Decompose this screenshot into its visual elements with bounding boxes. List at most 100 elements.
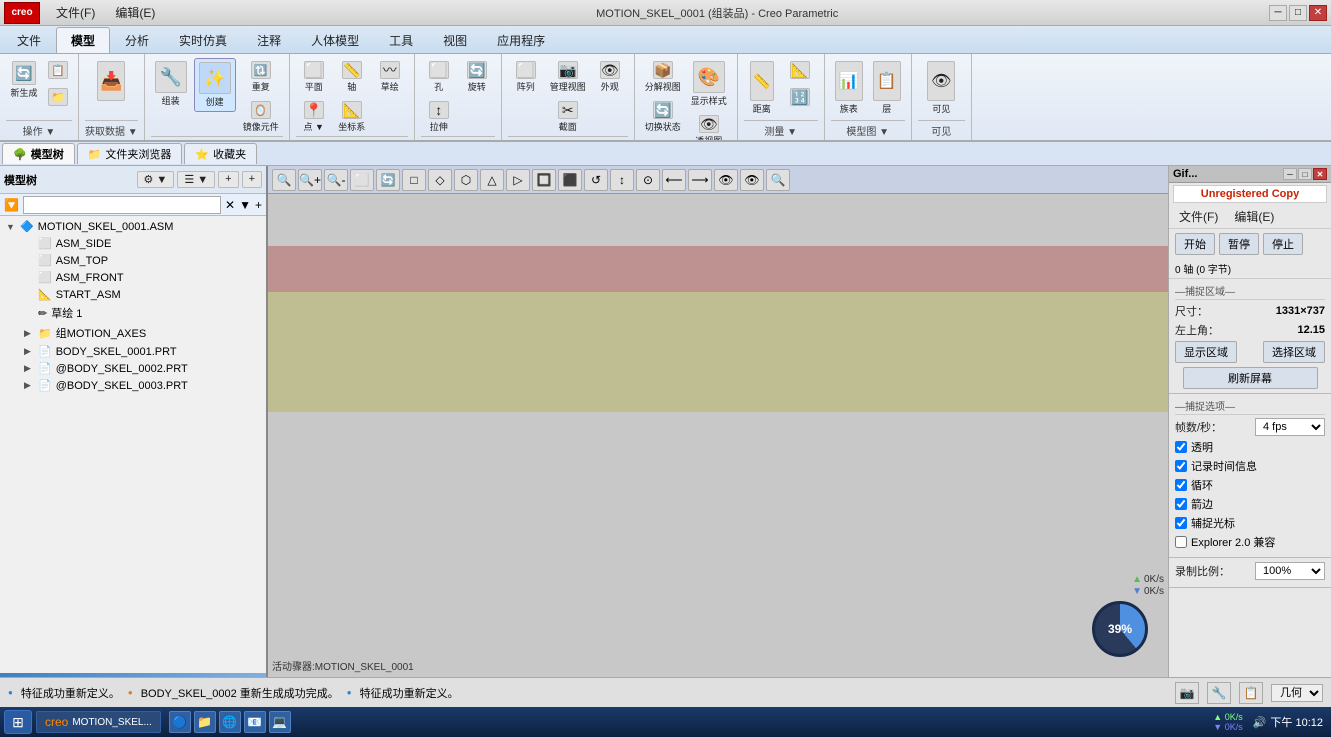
btn-paste[interactable]: 📁 bbox=[44, 85, 72, 110]
taskbar-app-btn[interactable]: creo MOTION_SKEL... bbox=[36, 711, 161, 733]
btn-manageview[interactable]: 📷 管理视图 bbox=[546, 58, 590, 96]
tab-tools[interactable]: 工具 bbox=[374, 27, 428, 53]
btn-create[interactable]: ✨ 创建 bbox=[194, 58, 236, 112]
taskbar-icon-1[interactable]: 🔵 bbox=[169, 711, 191, 733]
tree-item-body-skel1[interactable]: ▶ 📄 BODY_SKEL_0001.PRT bbox=[2, 343, 264, 360]
btn-select-area[interactable]: 选择区域 bbox=[1263, 341, 1325, 363]
tab-analysis[interactable]: 分析 bbox=[110, 27, 164, 53]
panel-maximize-btn[interactable]: □ bbox=[1298, 168, 1312, 180]
vp-btn-rotate[interactable]: 🔄 bbox=[376, 169, 400, 191]
tree-filter-btn[interactable]: ☰ ▼ bbox=[177, 171, 215, 188]
btn-point[interactable]: 📍 点 ▼ bbox=[296, 98, 332, 136]
btn-distance[interactable]: 📏 距离 bbox=[744, 58, 780, 118]
vp-btn-fitall[interactable]: 🔍 bbox=[272, 169, 296, 191]
vp-btn-view3[interactable]: ⬡ bbox=[454, 169, 478, 191]
record-ratio-select[interactable]: 100% 75% 50% bbox=[1255, 562, 1325, 580]
btn-copy[interactable]: 📋 bbox=[44, 58, 72, 83]
search-add-icon[interactable]: + bbox=[255, 198, 262, 212]
tray-icon-1[interactable]: 🔊 bbox=[1253, 716, 1267, 729]
vp-btn-view2[interactable]: ◇ bbox=[428, 169, 452, 191]
minimize-button[interactable]: ─ bbox=[1269, 5, 1287, 21]
status-btn-3[interactable]: 📋 bbox=[1239, 682, 1263, 704]
maximize-button[interactable]: □ bbox=[1289, 5, 1307, 21]
cb-cursor[interactable] bbox=[1175, 517, 1187, 529]
btn-show-area[interactable]: 显示区域 bbox=[1175, 341, 1237, 363]
btn-section[interactable]: ✂ 截面 bbox=[546, 98, 590, 136]
search-down-icon[interactable]: ▼ bbox=[239, 198, 251, 212]
vp-btn-axis1[interactable]: ⟵ bbox=[662, 169, 686, 191]
tab-favorites[interactable]: ⭐收藏夹 bbox=[184, 143, 257, 164]
tab-file[interactable]: 文件 bbox=[2, 27, 56, 53]
btn-displaystyle[interactable]: 🎨 显示样式 bbox=[687, 58, 731, 110]
cb-loop[interactable] bbox=[1175, 479, 1187, 491]
tree-item-start-asm[interactable]: 📐 START_ASM bbox=[2, 286, 264, 303]
taskbar-icon-3[interactable]: 🌐 bbox=[219, 711, 241, 733]
tab-model[interactable]: 模型 bbox=[56, 27, 110, 53]
btn-start[interactable]: 开始 bbox=[1175, 233, 1215, 255]
tab-simulation[interactable]: 实时仿真 bbox=[164, 27, 242, 53]
tab-apps[interactable]: 应用程序 bbox=[482, 27, 560, 53]
vp-btn-normal[interactable]: ⊙ bbox=[636, 169, 660, 191]
btn-revolve[interactable]: 🔄 旋转 bbox=[459, 58, 495, 96]
btn-appearance[interactable]: 👁 外观 bbox=[592, 58, 628, 96]
tree-add-btn[interactable]: + bbox=[218, 171, 238, 188]
btn-measure1[interactable]: 📐 bbox=[782, 58, 818, 83]
btn-mirror[interactable]: 🪞 镜像元件 bbox=[239, 98, 283, 136]
tree-item-sketch1[interactable]: ✏ 草绘 1 bbox=[2, 303, 264, 323]
panel-minimize-btn[interactable]: ─ bbox=[1283, 168, 1297, 180]
tree-item-asm-top[interactable]: ⬜ ASM_TOP bbox=[2, 252, 264, 269]
btn-refresh-screen[interactable]: 刷新屏幕 bbox=[1183, 367, 1318, 389]
vp-btn-view5[interactable]: ▷ bbox=[506, 169, 530, 191]
btn-repeat[interactable]: 🔃 重复 bbox=[239, 58, 283, 96]
tree-item-asm-front[interactable]: ⬜ ASM_FRONT bbox=[2, 269, 264, 286]
taskbar-icon-5[interactable]: 💻 bbox=[269, 711, 291, 733]
vp-btn-view4[interactable]: △ bbox=[480, 169, 504, 191]
tab-annotation[interactable]: 注释 bbox=[242, 27, 296, 53]
vp-btn-zoomout[interactable]: 🔍- bbox=[324, 169, 348, 191]
tree-item-body-skel2[interactable]: ▶ 📄 @BODY_SKEL_0002.PRT bbox=[2, 360, 264, 377]
vp-btn-view6[interactable]: 🔲 bbox=[532, 169, 556, 191]
tab-folder-browser[interactable]: 📁文件夹浏览器 bbox=[77, 143, 183, 164]
fps-select[interactable]: 4 fps 8 fps 12 fps bbox=[1255, 418, 1325, 436]
btn-switchstate[interactable]: 🔄 切换状态 bbox=[641, 98, 685, 136]
cb-border[interactable] bbox=[1175, 498, 1187, 510]
right-menu-edit[interactable]: 编辑(E) bbox=[1230, 207, 1278, 226]
right-menu-file[interactable]: 文件(F) bbox=[1175, 207, 1222, 226]
menu-file[interactable]: 文件(F) bbox=[46, 2, 105, 23]
taskbar-icon-4[interactable]: 📧 bbox=[244, 711, 266, 733]
clear-icon[interactable]: ✕ bbox=[225, 198, 235, 212]
tab-model-tree[interactable]: 🌳模型树 bbox=[2, 143, 75, 164]
vp-btn-axis2[interactable]: ⟶ bbox=[688, 169, 712, 191]
btn-regenerate[interactable]: 🔄 新生成 bbox=[6, 58, 42, 102]
btn-perspective[interactable]: 👁 透视图 bbox=[687, 112, 731, 142]
vp-btn-view1[interactable]: □ bbox=[402, 169, 426, 191]
vp-btn-extra[interactable]: 🔍 bbox=[766, 169, 790, 191]
btn-exploded[interactable]: 📦 分解视图 bbox=[641, 58, 685, 96]
vp-btn-view7[interactable]: ⬛ bbox=[558, 169, 582, 191]
btn-assemble[interactable]: 🔧 组装 bbox=[151, 58, 191, 110]
vp-btn-zoomin[interactable]: 🔍+ bbox=[298, 169, 322, 191]
cb-recordtime[interactable] bbox=[1175, 460, 1187, 472]
panel-close-btn[interactable]: ✕ bbox=[1313, 168, 1327, 180]
btn-visible[interactable]: 👁 可见 bbox=[923, 58, 959, 118]
btn-stop[interactable]: 停止 bbox=[1263, 233, 1303, 255]
btn-pause[interactable]: 暂停 bbox=[1219, 233, 1259, 255]
vp-btn-hide2[interactable]: 👁 bbox=[740, 169, 764, 191]
btn-plane[interactable]: ⬜ 平面 bbox=[296, 58, 332, 96]
vp-btn-hide1[interactable]: 👁 bbox=[714, 169, 738, 191]
vp-btn-pan[interactable]: ⬜ bbox=[350, 169, 374, 191]
tree-item-root[interactable]: ▼ 🔷 MOTION_SKEL_0001.ASM bbox=[2, 218, 264, 235]
taskbar-icon-2[interactable]: 📁 bbox=[194, 711, 216, 733]
viewport[interactable]: 🔍 🔍+ 🔍- ⬜ 🔄 □ ◇ ⬡ △ ▷ 🔲 ⬛ ↺ ↕ ⊙ ⟵ ⟶ 👁 👁 … bbox=[268, 166, 1168, 677]
geometry-select[interactable]: 几何 bbox=[1271, 684, 1323, 702]
vp-btn-flip[interactable]: ↕ bbox=[610, 169, 634, 191]
tree-item-motion-axes[interactable]: ▶ 📁 组MOTION_AXES bbox=[2, 323, 264, 343]
btn-familytable[interactable]: 📊 族表 bbox=[831, 58, 867, 118]
btn-array[interactable]: ⬜ 阵列 bbox=[508, 58, 544, 96]
btn-sketch[interactable]: 〰 草绘 bbox=[372, 58, 408, 96]
btn-axis[interactable]: 📏 轴 bbox=[334, 58, 370, 96]
tree-item-asm-side[interactable]: ⬜ ASM_SIDE bbox=[2, 235, 264, 252]
tree-item-body-skel3[interactable]: ▶ 📄 @BODY_SKEL_0003.PRT bbox=[2, 377, 264, 394]
tab-human[interactable]: 人体模型 bbox=[296, 27, 374, 53]
btn-extrude[interactable]: ↕ 拉伸 bbox=[421, 98, 457, 136]
